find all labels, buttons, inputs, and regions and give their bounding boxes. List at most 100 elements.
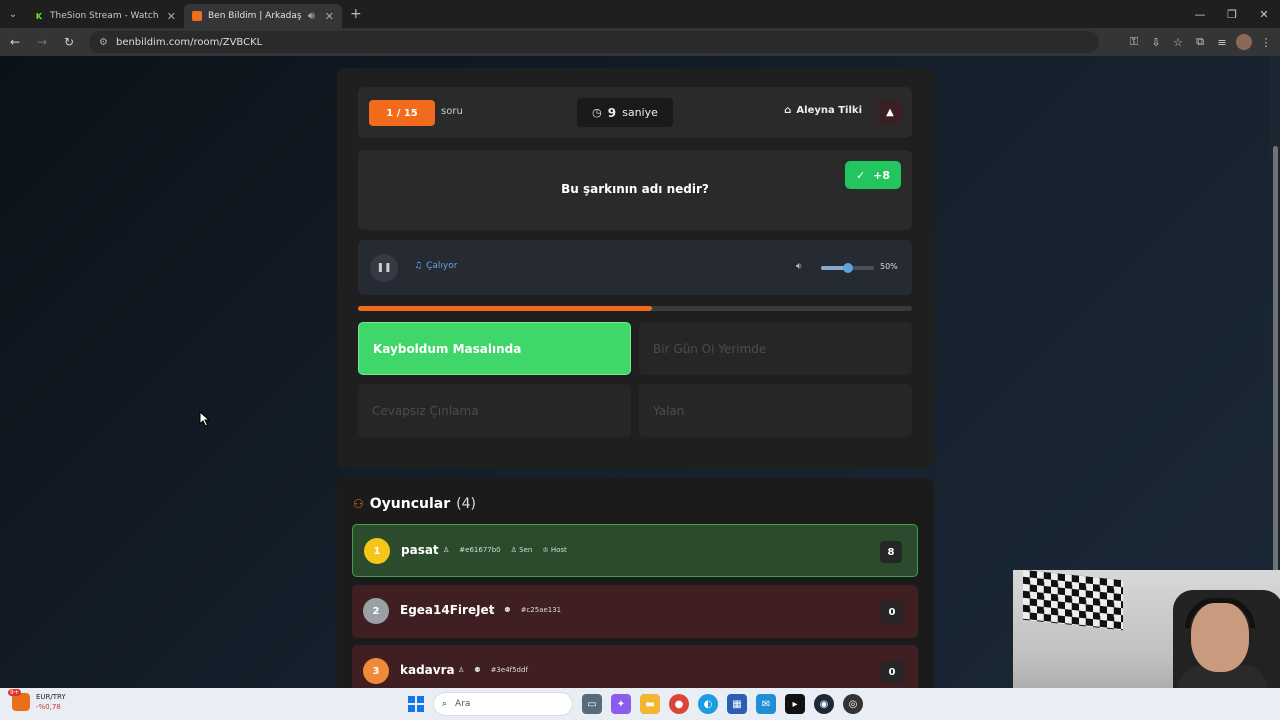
steam-icon[interactable]: ◉: [814, 694, 834, 714]
question-counter: 1 / 15: [369, 100, 435, 126]
answer-option-1[interactable]: Kayboldum Masalında: [358, 322, 631, 375]
host-label-text: Host: [550, 546, 567, 554]
player-score: 8: [880, 541, 902, 563]
check-icon: ✓: [855, 168, 866, 182]
search-icon: ⌕: [442, 699, 448, 709]
players-count: (4): [456, 496, 476, 512]
song-progress-bar: [358, 306, 912, 311]
players-title: ⚇ Oyuncular (4): [353, 496, 476, 512]
reload-icon[interactable]: ↻: [57, 30, 81, 54]
user-icon: ♙: [458, 666, 465, 674]
rank-badge: 2: [363, 598, 389, 624]
tab-title: TheSion Stream - Watch Live on: [50, 11, 161, 21]
player-row: 1 pasat ♙ #e61677b0 ♙ Sen ♔ Host 8: [352, 524, 918, 577]
benbildim-favicon-icon: [192, 11, 202, 21]
browser-address-bar: ← → ↻ ⚙ benbildim.com/room/ZVBCKL ⚿ ⇩ ☆ …: [0, 28, 1280, 56]
category-label: ⌂ Aleyna Tilki: [784, 105, 862, 116]
player-name: kadavra: [400, 663, 455, 677]
playing-status: ♫ Çalıyor: [414, 261, 457, 271]
taskbar-search[interactable]: ⌕ Ara: [433, 692, 573, 716]
new-tab-button[interactable]: +: [342, 6, 370, 22]
url-field[interactable]: ⚙ benbildim.com/room/ZVBCKL: [89, 31, 1099, 53]
install-app-icon[interactable]: ⇩: [1148, 34, 1164, 50]
timer-value: 9: [607, 105, 617, 120]
music-note-icon: ♫: [414, 261, 423, 271]
players-card: ⚇ Oyuncular (4) 1 pasat ♙ #e61677b0 ♙ Se…: [337, 478, 934, 688]
user-icon: ♙: [488, 606, 495, 614]
player-meta: ♙ ⚉ #3e4f5ddf: [458, 666, 528, 674]
question-header: 1 / 15 soru ◷ 9 saniye ⌂ Aleyna Tilki ▲: [358, 87, 912, 138]
pause-button[interactable]: ❚❚: [370, 254, 398, 282]
volume-slider-handle[interactable]: [842, 263, 853, 273]
kick-favicon-icon: K: [34, 11, 44, 21]
volume-percent: 50%: [880, 262, 898, 271]
terminal-icon[interactable]: ▸: [785, 694, 805, 714]
profile-avatar[interactable]: [1236, 34, 1252, 50]
store-icon[interactable]: ▦: [727, 694, 747, 714]
players-title-text: Oyuncular: [369, 496, 451, 512]
volume-icon[interactable]: 🔉︎: [796, 261, 802, 272]
extensions-icon[interactable]: ⧉: [1192, 34, 1208, 50]
ticker-badge: 9+: [8, 689, 21, 696]
you-label: ♙ Sen: [510, 546, 533, 554]
kick-user-icon[interactable]: ⚉: [474, 666, 480, 674]
ticker-widget[interactable]: 9+ EUR/TRY -%0,78: [8, 689, 66, 712]
speaker-icon[interactable]: 🔊︎: [308, 9, 315, 23]
report-warning-button[interactable]: ▲: [878, 100, 902, 124]
audio-player: ❚❚ ♫ Çalıyor 🔉︎ 50%: [358, 240, 912, 295]
pause-icon: ❚❚: [376, 263, 392, 273]
obs-icon[interactable]: ◎: [843, 694, 863, 714]
tab-search-icon[interactable]: ⌄: [0, 0, 26, 28]
you-label-text: Sen: [519, 546, 533, 554]
timer-unit: saniye: [622, 106, 658, 119]
minimize-icon[interactable]: —: [1184, 0, 1216, 28]
tab-thesion[interactable]: K TheSion Stream - Watch Live on ✕: [26, 4, 184, 28]
menu-kebab-icon[interactable]: ⋮: [1258, 34, 1274, 50]
question-box: Bu şarkının adı nedir? ✓ +8: [358, 150, 912, 230]
forward-icon[interactable]: →: [30, 30, 54, 54]
tab-benbildim[interactable]: Ben Bildim | Arkadaşlarınla 🔊︎ ✕: [184, 4, 342, 28]
task-view-icon[interactable]: ▭: [582, 694, 602, 714]
edge-icon[interactable]: ◐: [698, 694, 718, 714]
checkered-flag-image: [1023, 570, 1123, 631]
answer-option-3[interactable]: Cevapsız Çınlama: [358, 384, 631, 437]
game-card: 1 / 15 soru ◷ 9 saniye ⌂ Aleyna Tilki ▲ …: [337, 68, 934, 468]
ticker-name: EUR/TRY: [36, 693, 66, 701]
kick-user-icon[interactable]: ⚉: [504, 606, 510, 614]
search-placeholder: Ara: [455, 699, 471, 709]
bookmark-star-icon[interactable]: ☆: [1170, 34, 1186, 50]
mouse-cursor-icon: [199, 410, 211, 427]
windows-start-icon[interactable]: [408, 696, 424, 712]
password-key-icon[interactable]: ⚿: [1126, 34, 1142, 50]
back-icon[interactable]: ←: [3, 30, 27, 54]
close-window-icon[interactable]: ✕: [1248, 0, 1280, 28]
ticker-icon: 9+: [8, 689, 30, 711]
tag-icon: ⌂: [784, 105, 792, 116]
player-id: #e61677b0: [459, 546, 501, 554]
player-meta: ♙ #e61677b0 ♙ Sen ♔ Host: [443, 546, 567, 554]
copilot-icon[interactable]: ✦: [611, 694, 631, 714]
player-id: #c25ae131: [520, 606, 562, 614]
file-explorer-icon[interactable]: ▬: [640, 694, 660, 714]
song-progress-fill: [358, 306, 652, 311]
users-icon: ⚇: [353, 497, 364, 511]
site-info-icon[interactable]: ⚙: [99, 37, 108, 48]
close-tab-icon[interactable]: ✕: [325, 10, 334, 23]
chrome-icon[interactable]: ●: [669, 694, 689, 714]
media-control-icon[interactable]: ≡: [1214, 34, 1230, 50]
answer-option-2[interactable]: Bir Gün Oi Yerimde: [639, 322, 912, 375]
score-gain-value: +8: [873, 168, 891, 182]
answer-option-4[interactable]: Yalan: [639, 384, 912, 437]
playing-text: Çalıyor: [426, 261, 458, 271]
restore-icon[interactable]: ❐: [1216, 0, 1248, 28]
rank-badge: 3: [363, 658, 389, 684]
close-tab-icon[interactable]: ✕: [167, 10, 176, 23]
player-row: 3 kadavra ♙ ⚉ #3e4f5ddf 0: [352, 645, 918, 688]
category-text: Aleyna Tilki: [796, 105, 862, 116]
question-counter-label: soru: [441, 106, 463, 117]
warning-icon: ▲: [886, 106, 894, 118]
player-score: 0: [881, 661, 903, 683]
rank-badge: 1: [364, 538, 390, 564]
volume-slider[interactable]: [821, 263, 874, 273]
mail-icon[interactable]: ✉: [756, 694, 776, 714]
